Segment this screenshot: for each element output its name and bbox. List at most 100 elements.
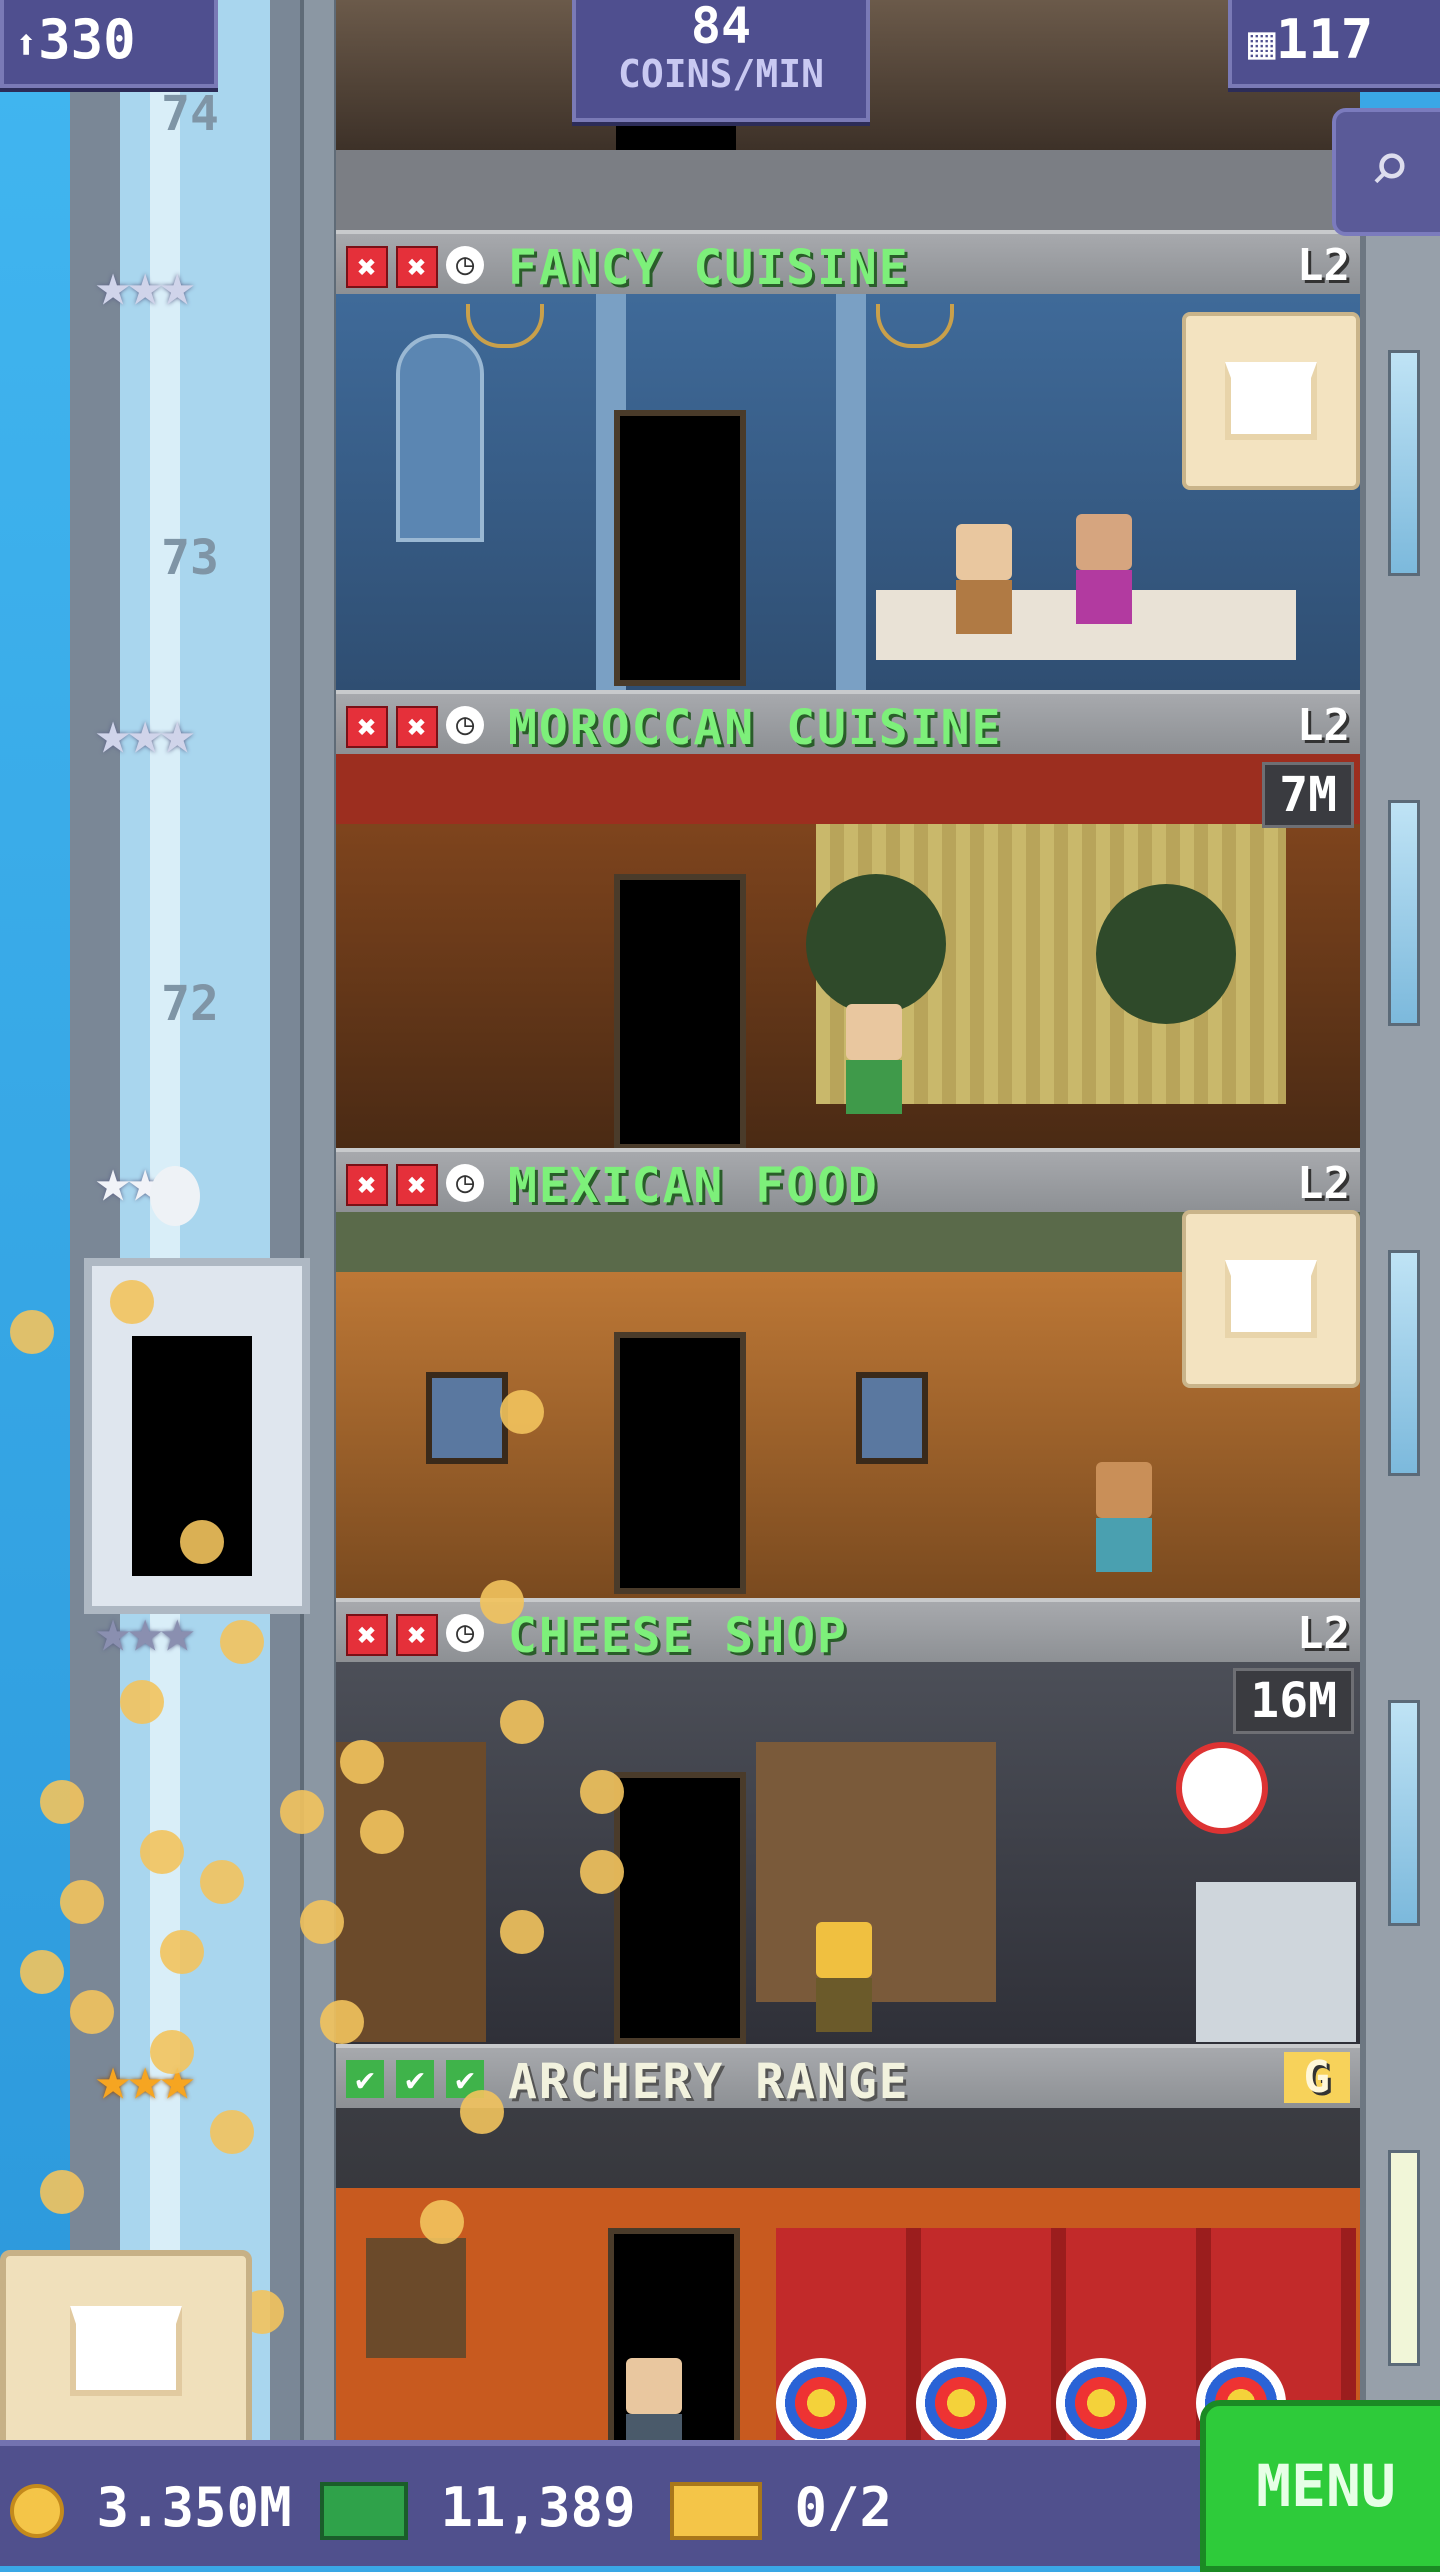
status-fail-icon: ✖ xyxy=(396,706,438,748)
coins-value: 3.350M xyxy=(96,2476,292,2539)
box-icon xyxy=(70,2306,182,2396)
flying-coin xyxy=(480,1580,524,1624)
cheese-shelf xyxy=(336,1742,486,2042)
building-window xyxy=(1388,800,1420,1026)
flying-coin xyxy=(40,1780,84,1824)
stock-ready-button[interactable] xyxy=(1182,1210,1360,1388)
floor-level: L2 xyxy=(1297,1608,1350,1659)
flying-coin xyxy=(460,2090,504,2134)
sky-background xyxy=(0,0,70,2440)
flying-coin xyxy=(500,1910,544,1954)
bitizen[interactable] xyxy=(956,524,1012,634)
floor-header: ✖ ✖ ◷ MEXICAN FOOD L2 xyxy=(336,1148,1360,1216)
status-fail-icon: ✖ xyxy=(346,1164,388,1206)
coin-icon xyxy=(10,2484,64,2539)
flying-coin xyxy=(60,1880,104,1924)
cheese-shelf xyxy=(756,1742,996,2002)
box-icon xyxy=(1225,362,1317,440)
floor-level: L2 xyxy=(1297,240,1350,291)
pillar xyxy=(836,294,866,690)
floor-level: G xyxy=(1283,2052,1350,2103)
bitizen[interactable] xyxy=(816,1922,872,2032)
building-icon: ▦ xyxy=(1248,15,1276,69)
wall-picture xyxy=(856,1372,928,1464)
plant-icon xyxy=(1096,884,1236,1024)
drape-valance xyxy=(336,754,1360,824)
tickets-value: 0/2 xyxy=(794,2476,893,2539)
floor-cheese-shop[interactable]: ✖ ✖ ◷ CHEESE SHOP L2 16M xyxy=(336,1598,1360,2044)
bitizen[interactable] xyxy=(846,1004,902,1114)
coins-display[interactable]: 3.350M xyxy=(10,2476,292,2539)
coins-per-min-panel: 84 COINS/MIN xyxy=(572,0,870,122)
floor-mexican-food[interactable]: ✖ ✖ ◷ MEXICAN FOOD L2 xyxy=(336,1148,1360,1598)
arched-window xyxy=(396,334,484,542)
population-counter[interactable]: ⬆330 xyxy=(0,0,218,88)
status-fail-icon: ✖ xyxy=(396,1614,438,1656)
target-icon xyxy=(776,2358,866,2448)
bux-display[interactable]: 11,389 xyxy=(320,2476,636,2541)
cash-icon xyxy=(320,2482,408,2541)
floor-name: CHEESE SHOP xyxy=(508,1608,848,1664)
bitizen[interactable] xyxy=(1076,514,1132,624)
chandelier-icon xyxy=(466,304,544,348)
flying-coin xyxy=(70,1990,114,2034)
stock-ready-button[interactable] xyxy=(1182,312,1360,490)
flying-coin xyxy=(160,1930,204,1974)
bux-value: 11,389 xyxy=(440,2476,636,2539)
search-button[interactable]: ⌕ xyxy=(1332,108,1440,236)
status-fail-icon: ✖ xyxy=(396,1164,438,1206)
room-interior xyxy=(336,2108,1360,2468)
flying-coin xyxy=(500,1390,544,1434)
building-window xyxy=(1388,1700,1420,1926)
floor-header: ✖ ✖ ◷ FANCY CUISINE L2 xyxy=(336,230,1360,298)
floor-moroccan-cuisine[interactable]: ✖ ✖ ◷ MOROCCAN CUISINE L2 7M xyxy=(336,690,1360,1150)
magnifier-icon: ⌕ xyxy=(1368,126,1412,208)
building-window xyxy=(1388,1250,1420,1476)
flying-coin xyxy=(220,1620,264,1664)
flying-coin xyxy=(20,1950,64,1994)
flying-coin xyxy=(180,1520,224,1564)
flying-coin xyxy=(300,1900,344,1944)
coins-per-min-value: 84 xyxy=(690,0,752,55)
status-fail-icon: ✖ xyxy=(396,246,438,288)
ticket-icon xyxy=(670,2482,762,2541)
floors-counter[interactable]: ▦117 xyxy=(1228,0,1440,88)
bow-rack xyxy=(366,2238,466,2358)
floor-rating-stars: ★★★ xyxy=(95,250,195,320)
room-door xyxy=(614,874,746,1150)
restock-timer: 7M xyxy=(1262,762,1354,828)
floor-name: ARCHERY RANGE xyxy=(508,2054,910,2110)
flying-coin xyxy=(360,1810,404,1854)
flying-coin xyxy=(10,1310,54,1354)
shaft-floor-number: 72 xyxy=(161,976,219,1032)
clock-icon: ◷ xyxy=(446,1614,484,1652)
room-door xyxy=(614,1332,746,1594)
chandelier-icon xyxy=(876,304,954,348)
target-icon xyxy=(1056,2358,1146,2448)
flying-coin xyxy=(140,1830,184,1874)
flying-coin xyxy=(320,2000,364,2044)
room-door xyxy=(614,410,746,686)
flying-coin xyxy=(40,2170,84,2214)
floor-fancy-cuisine[interactable]: ✖ ✖ ◷ FANCY CUISINE L2 xyxy=(336,230,1360,690)
no-mouse-sign xyxy=(1176,1742,1268,1834)
bitizen[interactable] xyxy=(1096,1462,1152,1572)
menu-button[interactable]: MENU xyxy=(1200,2400,1440,2572)
coins-per-min-label: COINS/MIN xyxy=(618,52,824,96)
floors-value: 117 xyxy=(1275,8,1374,71)
room-interior xyxy=(336,1662,1360,2044)
flying-coin xyxy=(340,1740,384,1784)
population-value: 330 xyxy=(38,8,136,71)
flying-coin xyxy=(580,1850,624,1894)
floor-header: ✖ ✖ ◷ MOROCCAN CUISINE L2 xyxy=(336,690,1360,758)
tickets-display[interactable]: 0/2 xyxy=(670,2476,893,2541)
display-case xyxy=(1196,1882,1356,2042)
status-check-icon: ✔ xyxy=(396,2060,434,2098)
elevator-rail xyxy=(300,0,338,2440)
floor-name: MEXICAN FOOD xyxy=(508,1158,879,1214)
inventory-box-button[interactable] xyxy=(0,2250,252,2452)
box-icon xyxy=(1225,1260,1317,1338)
building-window xyxy=(1388,2150,1420,2366)
flying-coin xyxy=(150,2030,194,2074)
plant-icon xyxy=(806,874,946,1014)
